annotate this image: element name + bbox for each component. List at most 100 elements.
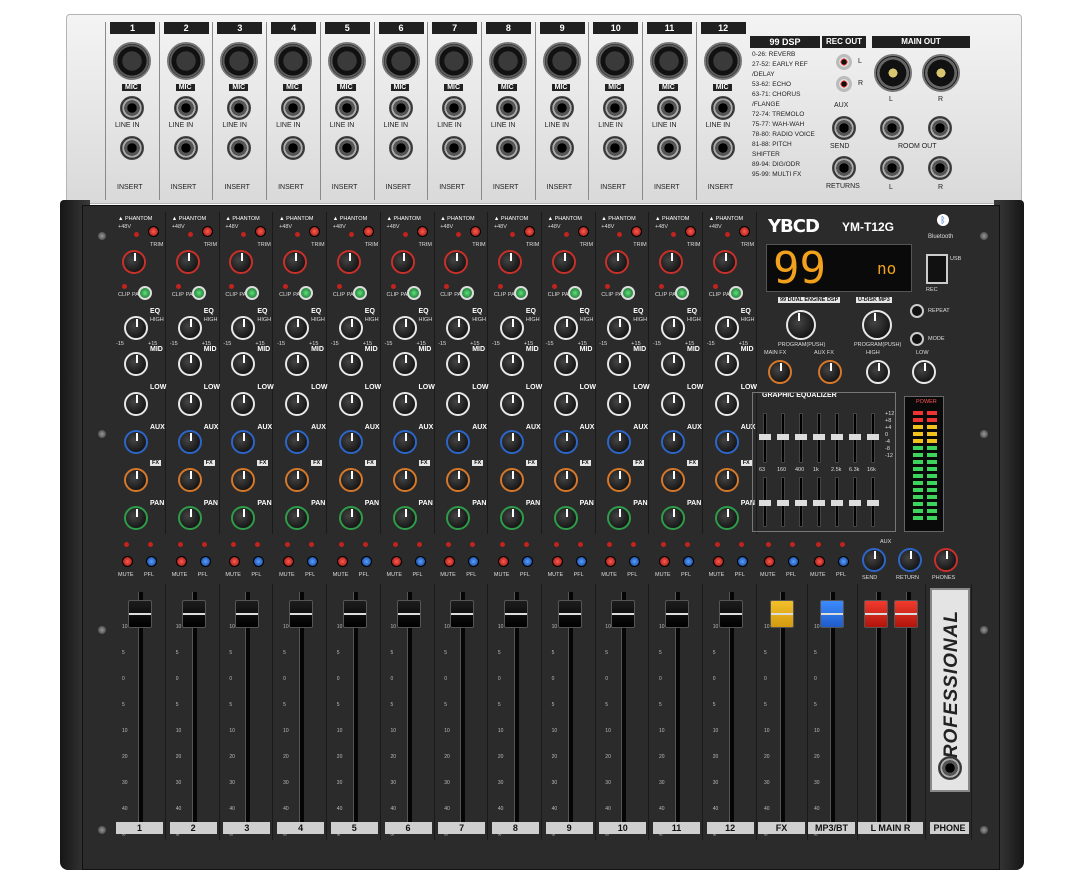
fader-main-r[interactable] [894,600,918,628]
geq-slider-lower-400[interactable] [795,500,807,506]
mp3-high-knob[interactable] [866,360,890,384]
mic-xlr-input-5[interactable] [327,42,366,80]
mute-button-12[interactable] [712,556,724,567]
aux-send-master-knob[interactable] [862,548,886,572]
geq-slider-lower-1k[interactable] [813,500,825,506]
mute-button-8[interactable] [497,556,509,567]
pad-button-9[interactable] [567,286,582,300]
eq-low-knob-5[interactable] [338,392,363,416]
pan-knob-11[interactable] [661,506,685,530]
eq-high-knob-8[interactable] [499,316,524,340]
fx-send-knob-9[interactable] [553,468,578,492]
aux-send-knob-4[interactable] [285,430,310,454]
insert-jack-6[interactable] [388,136,413,160]
trim-knob-2[interactable] [175,250,200,274]
geq-slider-upper-6.3k[interactable] [849,434,861,440]
pfl-button-FX[interactable] [788,556,799,567]
trim-knob-4[interactable] [283,250,308,274]
eq-mid-knob-4[interactable] [285,352,310,376]
phantom-button-11[interactable] [685,226,696,237]
fx-send-knob-11[interactable] [661,468,685,492]
pad-button-6[interactable] [406,286,421,300]
phantom-button-10[interactable] [631,226,643,237]
dsp-program-knob[interactable] [786,310,816,340]
geq-slider-upper-1k[interactable] [813,434,825,440]
phantom-button-1[interactable] [148,226,159,237]
eq-low-knob-6[interactable] [392,392,417,416]
insert-jack-12[interactable] [710,136,735,160]
fader-main-l[interactable] [864,600,888,628]
line-in-jack-3[interactable] [227,96,252,120]
geq-slider-upper-400[interactable] [795,434,807,440]
headphone-jack[interactable] [934,752,966,784]
pfl-button-4[interactable] [307,556,319,567]
eq-low-knob-3[interactable] [231,392,256,416]
insert-jack-1[interactable] [120,136,144,160]
line-in-jack-12[interactable] [710,96,735,120]
insert-jack-5[interactable] [334,136,359,160]
fx-send-knob-1[interactable] [124,468,148,492]
pad-button-8[interactable] [513,286,528,300]
mic-xlr-input-6[interactable] [381,42,420,80]
eq-mid-knob-8[interactable] [499,352,524,376]
eq-high-knob-7[interactable] [446,316,471,340]
pan-knob-12[interactable] [714,506,739,530]
fx-send-knob-3[interactable] [231,468,256,492]
mute-button-7[interactable] [444,556,456,567]
pad-button-4[interactable] [299,286,314,300]
fx-send-knob-4[interactable] [285,468,310,492]
main-fx-knob[interactable] [768,360,792,384]
trim-knob-11[interactable] [659,250,683,274]
mute-button-4[interactable] [283,556,295,567]
pan-knob-5[interactable] [338,506,363,530]
aux-send-knob-10[interactable] [607,430,632,454]
main-out-left-xlr[interactable] [874,54,912,92]
eq-low-knob-11[interactable] [661,392,685,416]
insert-jack-8[interactable] [495,136,520,160]
pan-knob-8[interactable] [499,506,524,530]
fx-send-knob-2[interactable] [177,468,202,492]
line-in-jack-7[interactable] [442,96,467,120]
eq-low-knob-12[interactable] [714,392,739,416]
fader-7[interactable] [450,600,475,628]
pad-button-11[interactable] [675,286,689,300]
aux-fx-knob[interactable] [818,360,842,384]
pfl-button-5[interactable] [360,556,372,567]
eq-high-knob-6[interactable] [392,316,417,340]
eq-mid-knob-10[interactable] [607,352,632,376]
pan-knob-9[interactable] [553,506,578,530]
line-in-jack-4[interactable] [281,96,306,120]
eq-high-knob-5[interactable] [338,316,363,340]
mute-button-5[interactable] [336,556,348,567]
trim-knob-7[interactable] [444,250,469,274]
line-in-jack-1[interactable] [120,96,144,120]
eq-low-knob-10[interactable] [607,392,632,416]
phantom-button-4[interactable] [309,226,321,237]
phantom-button-6[interactable] [416,226,428,237]
pan-knob-1[interactable] [124,506,148,530]
fx-send-knob-7[interactable] [446,468,471,492]
mic-xlr-input-1[interactable] [113,42,151,80]
mode-button[interactable] [910,332,924,346]
geq-slider-lower-160[interactable] [777,500,789,506]
line-in-jack-5[interactable] [334,96,359,120]
pan-knob-10[interactable] [607,506,632,530]
aux-send-knob-9[interactable] [553,430,578,454]
mp3-program-knob[interactable] [862,310,892,340]
aux-send-knob-7[interactable] [446,430,471,454]
trim-knob-6[interactable] [390,250,415,274]
room-out-right-jack-1[interactable] [928,116,952,140]
phantom-button-5[interactable] [362,226,374,237]
pad-button-10[interactable] [621,286,636,300]
trim-knob-3[interactable] [229,250,254,274]
eq-low-knob-8[interactable] [499,392,524,416]
mute-button-2[interactable] [175,556,187,567]
line-in-jack-2[interactable] [173,96,198,120]
phantom-button-7[interactable] [470,226,482,237]
pad-button-3[interactable] [245,286,260,300]
eq-high-knob-2[interactable] [177,316,202,340]
eq-low-knob-7[interactable] [446,392,471,416]
insert-jack-10[interactable] [603,136,628,160]
eq-mid-knob-9[interactable] [553,352,578,376]
aux-send-knob-6[interactable] [392,430,417,454]
